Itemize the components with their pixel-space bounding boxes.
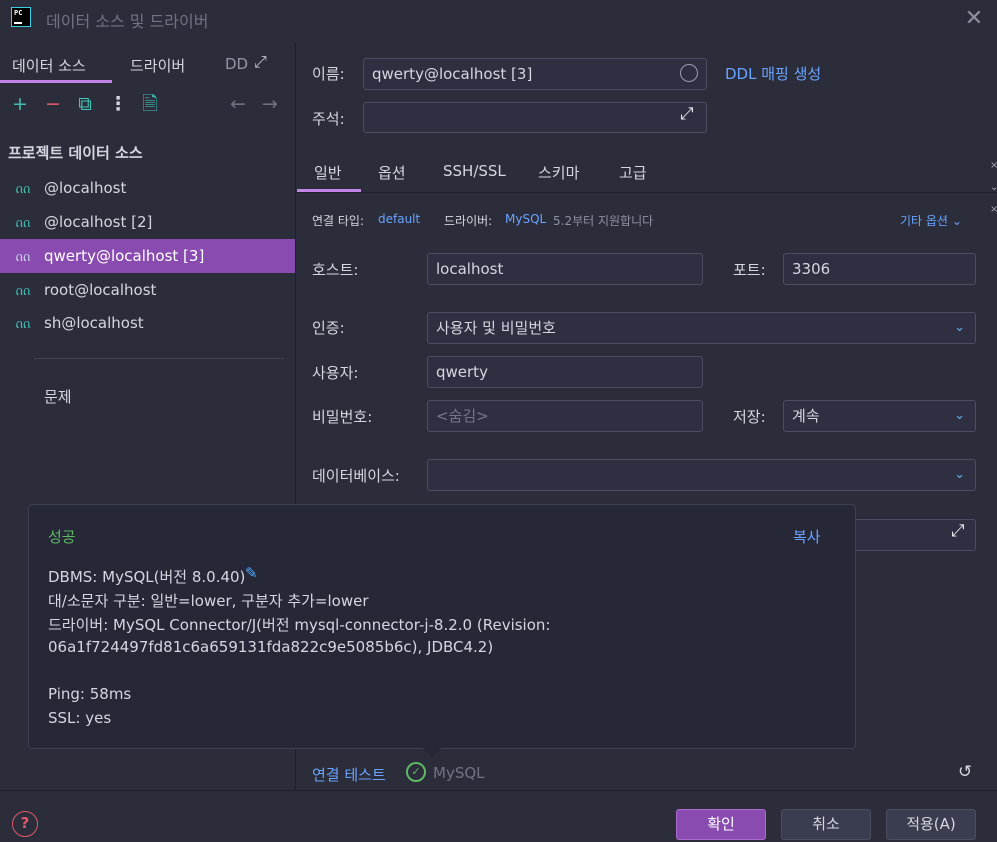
auth-select[interactable]: 사용자 및 비밀번호 ⌄ bbox=[427, 312, 976, 344]
tab-general[interactable]: 일반 bbox=[314, 162, 342, 183]
help-button[interactable]: ? bbox=[12, 811, 38, 837]
auth-label: 인증: bbox=[312, 319, 345, 337]
driver-label: 드라이버: bbox=[444, 214, 493, 228]
list-item-label: qwerty@localhost [3] bbox=[44, 247, 205, 265]
user-input[interactable]: qwerty bbox=[427, 356, 703, 388]
window-title: 데이터 소스 및 드라이버 bbox=[46, 12, 209, 31]
expand-icon[interactable]: ⤢ bbox=[680, 104, 694, 124]
password-label: 비밀번호: bbox=[312, 408, 373, 426]
name-label: 이름: bbox=[312, 65, 345, 83]
connection-type-label: 연결 타입: bbox=[312, 214, 365, 228]
tab-ssh-ssl[interactable]: SSH/SSL bbox=[443, 162, 506, 180]
test-driver-label: MySQL bbox=[433, 764, 485, 782]
status-success: 성공 bbox=[48, 528, 76, 546]
tab-drivers[interactable]: 드라이버 bbox=[130, 55, 185, 76]
mysql-icon: ᦶ bbox=[15, 281, 31, 299]
password-input[interactable]: <숨김> bbox=[427, 400, 703, 432]
back-arrow-icon[interactable]: ← bbox=[226, 92, 250, 116]
ok-button[interactable]: 확인 bbox=[676, 809, 766, 840]
more-icon[interactable]: ⋮ bbox=[106, 92, 130, 116]
tab-ddl[interactable]: DD bbox=[225, 55, 248, 73]
more-options-link[interactable]: 기타 옵션 ⌄ bbox=[900, 212, 962, 229]
check-circle-icon: ✓ bbox=[406, 762, 426, 782]
chevron-down-icon: ⌄ bbox=[954, 467, 965, 482]
duplicate-icon[interactable]: ⧉ bbox=[73, 92, 97, 116]
tab-schemas[interactable]: 스키마 bbox=[538, 162, 579, 183]
save-label: 저장: bbox=[733, 408, 766, 426]
list-item-selected[interactable]: ᦶ qwerty@localhost [3] bbox=[0, 239, 295, 273]
popup-pointer bbox=[423, 748, 441, 757]
driver-link[interactable]: MySQL bbox=[505, 212, 546, 226]
tabs-divider bbox=[296, 192, 997, 193]
comment-label: 주석: bbox=[312, 110, 345, 128]
user-label: 사용자: bbox=[312, 364, 359, 382]
mysql-icon: ᦶ bbox=[15, 247, 31, 265]
save-select[interactable]: 계속 ⌄ bbox=[783, 400, 976, 432]
port-label: 포트: bbox=[733, 261, 766, 279]
port-input[interactable]: 3306 bbox=[783, 253, 976, 285]
database-select[interactable]: ⌄ bbox=[427, 459, 976, 491]
driver-line: 드라이버: MySQL Connector/J(버전 mysql-connect… bbox=[48, 616, 551, 634]
tab-advanced[interactable]: 고급 bbox=[619, 162, 647, 183]
add-icon[interactable]: + bbox=[8, 92, 32, 116]
divider bbox=[34, 358, 284, 359]
auth-select-value: 사용자 및 비밀번호 bbox=[436, 319, 556, 337]
section-heading: 프로젝트 데이터 소스 bbox=[8, 144, 143, 162]
list-item-label: @localhost [2] bbox=[44, 213, 153, 231]
list-item[interactable]: ᦶ sh@localhost bbox=[0, 306, 295, 340]
dbms-line: DBMS: MySQL(버전 8.0.40) bbox=[48, 568, 246, 586]
mysql-icon: ᦶ bbox=[15, 179, 31, 197]
mysql-icon: ᦶ bbox=[15, 213, 31, 231]
host-input[interactable]: localhost bbox=[427, 253, 703, 285]
driver-line-cont: 06a1f724497fd81c6a659131fda822c9e5085b6c… bbox=[48, 638, 494, 656]
comment-input[interactable] bbox=[363, 102, 707, 133]
chevron-down-icon: ⌄ bbox=[954, 320, 965, 335]
app-icon: PC bbox=[11, 7, 31, 27]
list-item[interactable]: ᦶ @localhost [2] bbox=[0, 205, 295, 239]
case-line: 대/소문자 구분: 일반=lower, 구분자 추가=lower bbox=[48, 592, 369, 610]
ping-line: Ping: 58ms bbox=[48, 685, 132, 703]
list-item[interactable]: ᦶ @localhost bbox=[0, 171, 295, 205]
copy-link[interactable]: 복사 bbox=[793, 526, 821, 547]
chevron-down-icon: ⌄ bbox=[951, 214, 962, 228]
tab-underline bbox=[0, 80, 112, 83]
edge-markers: × ⌄ × bbox=[990, 160, 997, 215]
list-item-label: @localhost bbox=[44, 179, 127, 197]
ddl-mapping-link[interactable]: DDL 매핑 생성 bbox=[725, 63, 821, 84]
tab-data-sources[interactable]: 데이터 소스 bbox=[12, 55, 86, 76]
chevron-down-icon: ⌄ bbox=[954, 408, 965, 423]
circle-icon[interactable] bbox=[680, 64, 698, 82]
close-icon[interactable]: ✕ bbox=[961, 6, 987, 32]
cancel-button[interactable]: 취소 bbox=[781, 809, 871, 840]
tab-options[interactable]: 옵션 bbox=[378, 162, 406, 183]
name-input[interactable]: qwerty@localhost [3] bbox=[363, 58, 707, 90]
reset-icon[interactable]: ↺ bbox=[958, 762, 972, 782]
ssl-line: SSL: yes bbox=[48, 709, 112, 727]
database-label: 데이터베이스: bbox=[312, 467, 400, 485]
remove-icon[interactable]: − bbox=[41, 92, 65, 116]
save-select-value: 계속 bbox=[792, 407, 820, 425]
problems-item[interactable]: 문제 bbox=[44, 386, 72, 407]
host-label: 호스트: bbox=[312, 261, 359, 279]
list-item[interactable]: ᦶ root@localhost bbox=[0, 273, 295, 307]
list-item-label: sh@localhost bbox=[44, 314, 144, 332]
expand-icon[interactable]: ⤢ bbox=[951, 521, 965, 541]
connection-type-link[interactable]: default bbox=[378, 212, 420, 226]
expand-icon[interactable]: ⤢ bbox=[254, 52, 267, 72]
apply-button[interactable]: 적용(A) bbox=[886, 809, 976, 840]
import-icon[interactable]: 🗎 bbox=[138, 92, 162, 116]
mysql-icon: ᦶ bbox=[15, 314, 31, 332]
bottom-divider bbox=[0, 790, 997, 791]
driver-note: 5.2부터 지원합니다 bbox=[553, 214, 654, 228]
forward-arrow-icon[interactable]: → bbox=[258, 92, 282, 116]
list-item-label: root@localhost bbox=[44, 281, 157, 299]
test-connection-link[interactable]: 연결 테스트 bbox=[312, 764, 386, 785]
pencil-icon[interactable]: ✎ bbox=[245, 564, 258, 582]
more-options-label: 기타 옵션 bbox=[900, 214, 948, 228]
